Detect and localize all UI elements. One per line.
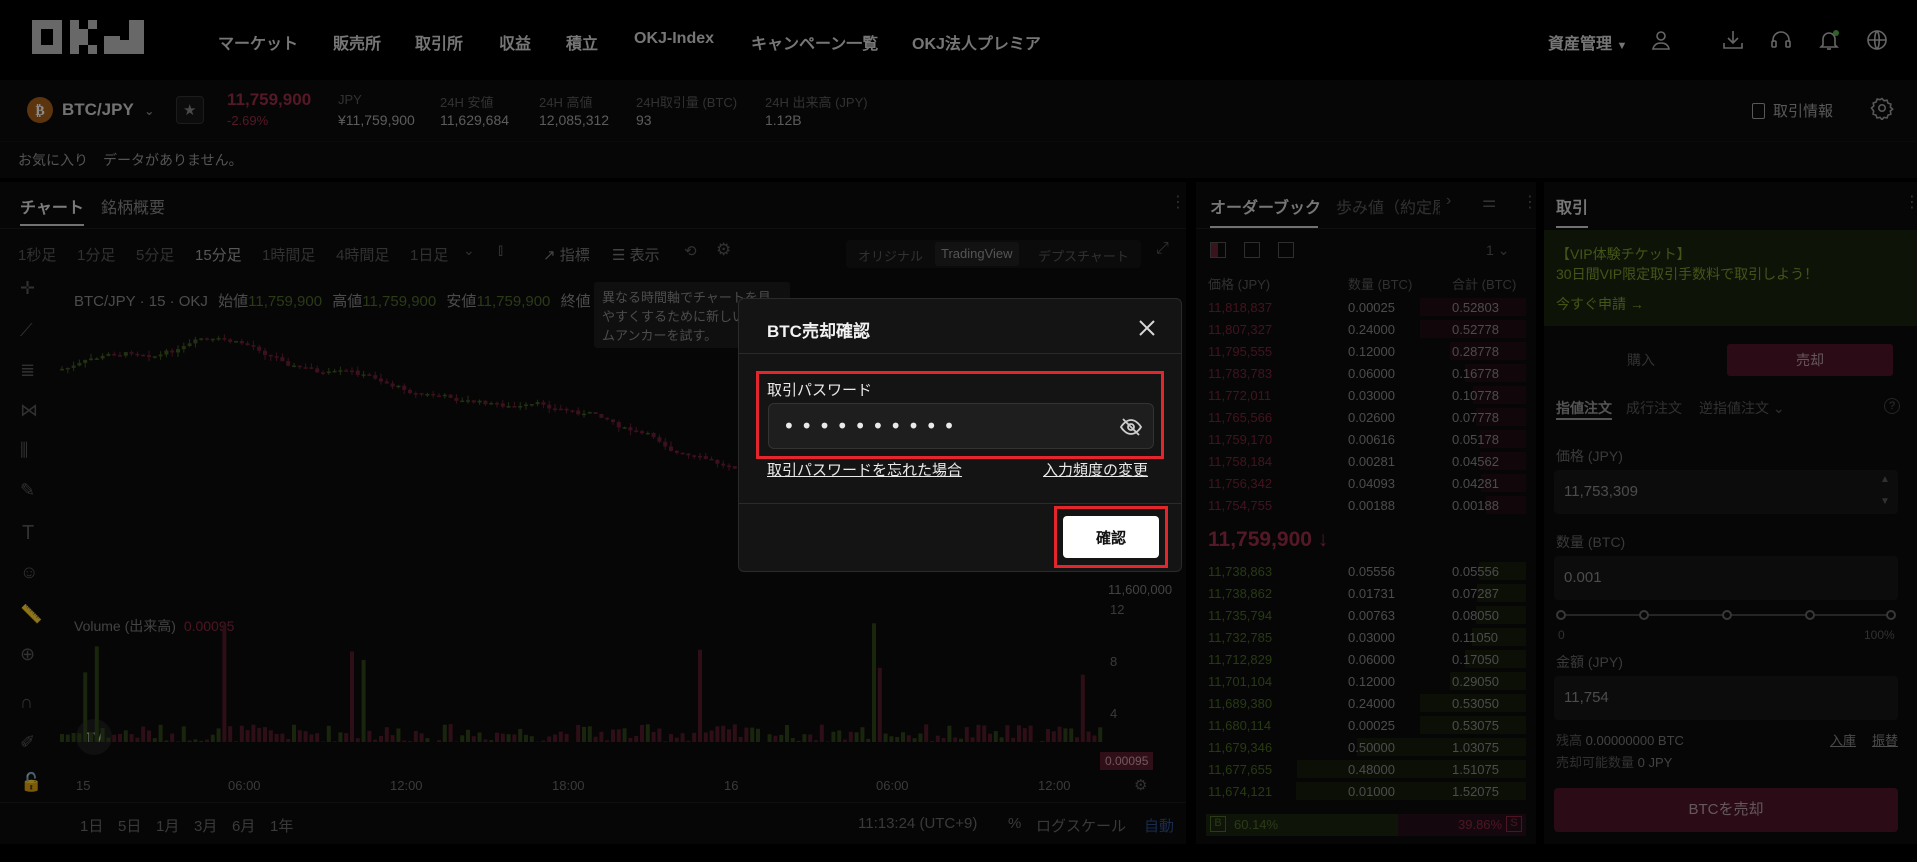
dialog-title: BTC売却確認 bbox=[767, 322, 870, 341]
confirm-button[interactable]: 確認 bbox=[1063, 516, 1159, 558]
close-icon[interactable] bbox=[1132, 313, 1162, 343]
forgot-password-link[interactable]: 取引パスワードを忘れた場合 bbox=[767, 459, 962, 480]
sell-confirm-dialog: BTC売却確認 取引パスワード 取引パスワードを忘れた場合 入力頻度の変更 確認 bbox=[738, 298, 1182, 572]
dialog-divider bbox=[739, 353, 1181, 354]
eye-off-icon[interactable] bbox=[1119, 415, 1143, 439]
input-frequency-link[interactable]: 入力頻度の変更 bbox=[1043, 459, 1148, 480]
trade-password-input[interactable] bbox=[768, 403, 1154, 449]
password-label: 取引パスワード bbox=[767, 382, 873, 399]
dialog-divider bbox=[739, 503, 1181, 504]
